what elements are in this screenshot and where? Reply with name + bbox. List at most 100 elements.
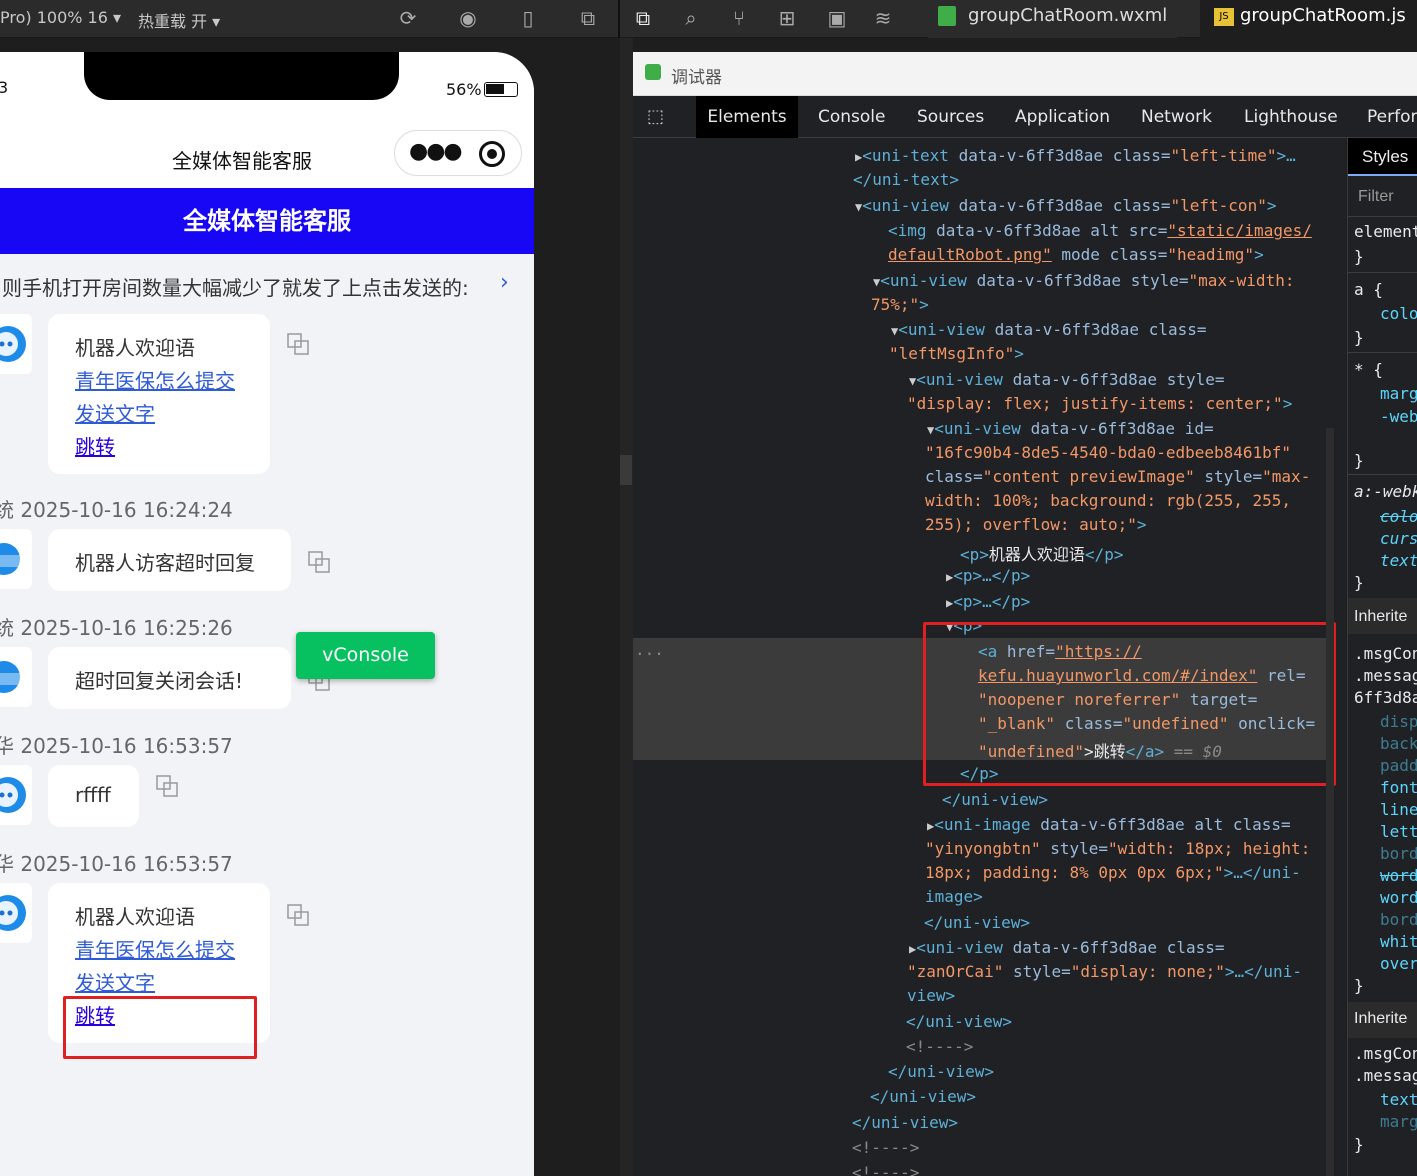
tab-wxml[interactable]: groupChatRoom.wxml	[928, 0, 1178, 38]
tab-elements[interactable]: Elements	[696, 96, 798, 138]
docker-icon[interactable]: ≋	[870, 5, 896, 31]
dom-node[interactable]: ▼<uni-view data-v-6ff3d8ae class="left-c…	[855, 196, 1276, 215]
styles-tab[interactable]: Styles	[1348, 138, 1417, 176]
window-icon[interactable]: ⧉	[575, 5, 601, 31]
style-line: font	[1380, 778, 1417, 797]
dom-node[interactable]: "leftMsgInfo">	[889, 344, 1024, 363]
message-link[interactable]: 青年医保怎么提交	[75, 365, 235, 394]
message-link[interactable]: 跳转	[75, 431, 115, 460]
divider	[1348, 216, 1417, 217]
dom-node[interactable]: 255); overflow: auto;">	[925, 515, 1147, 534]
extensions-icon[interactable]: ⊞	[774, 5, 800, 31]
dom-node[interactable]: </uni-view>	[906, 1012, 1012, 1031]
styles-filter-input[interactable]: Filter	[1358, 188, 1394, 206]
inspect-element-icon[interactable]: ⬚	[647, 106, 669, 128]
style-line: text	[1380, 1090, 1417, 1109]
dom-node[interactable]: <img data-v-6ff3d8ae alt src="static/ima…	[888, 221, 1312, 240]
stop-icon[interactable]: ◉	[455, 5, 481, 31]
dom-node[interactable]: defaultRobot.png" mode class="headimg">	[888, 245, 1264, 264]
message-link[interactable]: 青年医保怎么提交	[75, 934, 235, 963]
dom-node[interactable]: ▼<uni-view data-v-6ff3d8ae style="max-wi…	[873, 271, 1294, 290]
dom-node[interactable]: view>	[907, 986, 955, 1005]
tab-js-label: groupChatRoom.js	[1240, 5, 1406, 26]
splitter-handle[interactable]	[620, 455, 632, 485]
dom-node[interactable]: image>	[925, 887, 983, 906]
message-bubble: rffff	[48, 765, 139, 827]
battery-percent: 56%	[446, 80, 482, 99]
dom-node[interactable]: "16fc90b4-8de5-4540-bda0-edbeeb8461bf"	[925, 443, 1291, 462]
hot-reload-toggle[interactable]: 热重载 开 ▾	[138, 8, 220, 32]
timestamp: 统 2025-10-16 16:25:26	[0, 616, 233, 640]
dom-node[interactable]: <p>机器人欢迎语</p>	[960, 541, 1123, 565]
style-line: .msgCon	[1354, 1044, 1417, 1063]
more-icon[interactable]: ●●●	[409, 139, 463, 164]
dom-node[interactable]: class="content previewImage" style="max-	[925, 467, 1310, 486]
phone-icon[interactable]: ▯	[515, 5, 541, 31]
tab-sources[interactable]: Sources	[917, 96, 984, 138]
tab-application[interactable]: Application	[1015, 96, 1110, 138]
tab-js[interactable]: JS groupChatRoom.js	[1200, 0, 1417, 38]
dom-comment[interactable]: <!---->	[906, 1037, 973, 1056]
style-line: a {	[1354, 280, 1383, 299]
message-text: 机器人访客超时回复	[75, 551, 255, 575]
dom-node[interactable]: "display: flex; justify-items: center;">	[907, 394, 1292, 413]
timestamp: 华 2025-10-16 16:53:57	[0, 852, 233, 876]
quote-icon[interactable]	[286, 332, 310, 356]
tab-performance[interactable]: Perfor	[1367, 96, 1417, 138]
divider	[1348, 474, 1417, 475]
dom-node[interactable]: </uni-view>	[942, 790, 1048, 809]
quote-icon[interactable]	[286, 903, 310, 927]
dom-node[interactable]: ▶<p>…</p>	[946, 592, 1030, 611]
dom-node[interactable]: ▼<uni-view data-v-6ff3d8ae class=	[891, 320, 1207, 339]
dom-node[interactable]: </uni-view>	[870, 1087, 976, 1106]
styles-tab-label: Styles	[1362, 147, 1409, 166]
style-line: colo	[1380, 304, 1417, 323]
style-line: colo	[1380, 507, 1417, 526]
dom-node[interactable]: 75%;">	[871, 295, 929, 314]
dom-node[interactable]: "zanOrCai" style="display: none;">…</uni…	[907, 962, 1302, 981]
copy-files-icon[interactable]: ⧉	[630, 5, 656, 31]
node-ellipsis[interactable]: ...	[635, 640, 664, 659]
dom-comment[interactable]: <!---->	[852, 1163, 919, 1176]
dom-node[interactable]: ▼<uni-view data-v-6ff3d8ae style=	[909, 370, 1225, 389]
tab-network[interactable]: Network	[1141, 96, 1212, 138]
dom-node[interactable]: </uni-text>	[853, 170, 959, 189]
dom-node[interactable]: ▶<uni-image data-v-6ff3d8ae alt class=	[927, 815, 1291, 834]
dom-node[interactable]: ▶<uni-text data-v-6ff3d8ae class="left-t…	[855, 146, 1296, 165]
devtools-tabs: ⬚ Elements Console Sources Application N…	[633, 96, 1417, 138]
git-branch-icon[interactable]: ⑂	[726, 5, 752, 31]
style-line: * {	[1354, 360, 1383, 379]
chevron-right-icon[interactable]: ›	[500, 270, 509, 295]
search-icon[interactable]: ⌕	[678, 5, 704, 31]
dom-comment[interactable]: <!---->	[852, 1138, 919, 1157]
message-text: rffff	[75, 783, 111, 807]
dom-node[interactable]: </uni-view>	[924, 913, 1030, 932]
notice-bar[interactable]: 则手机打开房间数量大幅减少了就发了上点击发送的: ›	[0, 270, 534, 300]
dom-node[interactable]: ▶<uni-view data-v-6ff3d8ae class=	[909, 938, 1225, 957]
tab-console[interactable]: Console	[818, 96, 886, 138]
message-link[interactable]: 发送文字	[75, 967, 155, 996]
quote-icon[interactable]	[307, 550, 331, 574]
dom-node[interactable]: </uni-view>	[888, 1062, 994, 1081]
dom-node[interactable]: 18px; padding: 8% 0px 0px 6px;">…</uni-	[925, 863, 1301, 882]
dom-node[interactable]: ▶<p>…</p>	[946, 566, 1030, 585]
dom-node[interactable]: "yinyongbtn" style="width: 18px; height:	[925, 839, 1310, 858]
dom-node[interactable]: </uni-view>	[852, 1113, 958, 1132]
style-line: word	[1380, 866, 1417, 885]
close-miniprogram-icon[interactable]	[479, 141, 505, 167]
save-icon[interactable]: ▣	[824, 5, 850, 31]
dom-node[interactable]: ▼<uni-view data-v-6ff3d8ae id=	[927, 419, 1214, 438]
dom-node[interactable]: width: 100%; background: rgb(255, 255,	[925, 491, 1291, 510]
splitter[interactable]	[620, 38, 633, 1176]
message-link[interactable]: 发送文字	[75, 398, 155, 427]
vconsole-button[interactable]: vConsole	[296, 632, 435, 679]
device-selector[interactable]: Pro) 100% 16 ▾	[0, 8, 121, 27]
js-file-icon: JS	[1214, 8, 1234, 26]
style-line: }	[1354, 573, 1364, 592]
style-line: .msgCon	[1354, 644, 1417, 663]
style-line: }	[1354, 328, 1364, 347]
scrollbar[interactable]	[1326, 428, 1334, 1176]
quote-icon[interactable]	[155, 774, 179, 798]
refresh-icon[interactable]: ⟳	[395, 5, 421, 31]
tab-lighthouse[interactable]: Lighthouse	[1244, 96, 1338, 138]
